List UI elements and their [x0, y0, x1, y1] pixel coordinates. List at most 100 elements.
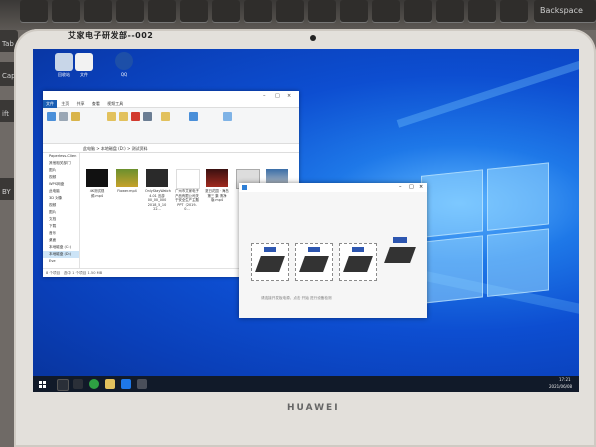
- key: [84, 0, 112, 22]
- windows-logo: [421, 162, 551, 306]
- key: [212, 0, 240, 22]
- properties-icon[interactable]: [189, 112, 198, 121]
- device-board-image: [339, 243, 377, 281]
- key: [308, 0, 336, 22]
- file-name: OnlyStayWatch 4.01 迅游 00_00_000 2018_5_1…: [145, 189, 171, 211]
- video-thumbnail[interactable]: [116, 169, 138, 187]
- search-icon[interactable]: [57, 379, 69, 391]
- copy-icon[interactable]: [59, 112, 68, 121]
- key: [276, 0, 304, 22]
- delete-icon[interactable]: [131, 112, 140, 121]
- key: [20, 0, 48, 22]
- nav-item[interactable]: Paperless-Clien: [43, 153, 79, 160]
- file-name: 4K测试视频.mp4: [89, 189, 105, 198]
- select-all-icon[interactable]: [223, 112, 232, 121]
- explorer-icon[interactable]: [105, 379, 115, 389]
- front-camera: [310, 35, 316, 41]
- nav-item[interactable]: 本地磁盘 (D:): [43, 251, 79, 258]
- brand-logo: HUAWEI: [287, 403, 340, 413]
- app-icon: [242, 185, 247, 190]
- task-view-icon[interactable]: [73, 379, 83, 389]
- key: [500, 0, 528, 22]
- explorer-titlebar: – □ ×: [43, 91, 299, 100]
- tab-view[interactable]: 查看: [89, 100, 103, 108]
- close-icon[interactable]: ×: [287, 93, 291, 99]
- minimize-icon[interactable]: –: [263, 93, 266, 99]
- desktop-icon-label: QQ: [120, 72, 128, 77]
- move-icon[interactable]: [107, 112, 116, 121]
- taskbar-date: 2021/06/08: [549, 384, 573, 389]
- copy-to-icon[interactable]: [119, 112, 128, 121]
- device-board-image: [295, 243, 333, 281]
- file-name: Flower.mp4: [117, 189, 137, 193]
- minimize-icon[interactable]: –: [399, 184, 402, 190]
- nav-item[interactable]: 文档: [43, 216, 79, 223]
- edge-icon[interactable]: [89, 379, 99, 389]
- key: [340, 0, 368, 22]
- tab-home[interactable]: 主页: [58, 100, 72, 108]
- nav-item[interactable]: 本地磁盘 (C:): [43, 244, 79, 251]
- maximize-icon[interactable]: □: [409, 184, 414, 190]
- key: [116, 0, 144, 22]
- app-icon[interactable]: [121, 379, 131, 389]
- dialog-titlebar: – □ ×: [239, 183, 427, 192]
- key: [52, 0, 80, 22]
- app-icon[interactable]: [137, 379, 147, 389]
- tab-video-tools[interactable]: 视频工具: [104, 100, 126, 108]
- desktop-icon-label: 文件: [80, 72, 88, 77]
- video-thumbnail[interactable]: [86, 169, 108, 187]
- installer-dialog: – □ × 请连接开发板电源，点击 开始 进行设备检测: [239, 183, 427, 318]
- rename-icon[interactable]: [143, 112, 152, 121]
- file-icon[interactable]: [75, 53, 93, 71]
- ppt-file-icon[interactable]: [176, 169, 200, 189]
- tab-share[interactable]: 共享: [74, 100, 88, 108]
- address-path: 此电脑 > 本地磁盘 (D:) > 测试资料: [83, 146, 148, 151]
- new-folder-icon[interactable]: [161, 112, 170, 121]
- device-board-image: [251, 243, 289, 281]
- device-board-image: [383, 233, 419, 269]
- keyboard: Backspace: [0, 0, 596, 30]
- nav-item[interactable]: WPS网盘: [43, 181, 79, 188]
- nav-item[interactable]: 图片: [43, 209, 79, 216]
- start-icon[interactable]: [37, 379, 47, 389]
- taskbar-time: 17:21: [559, 377, 571, 382]
- recycle-bin-icon[interactable]: [55, 53, 73, 71]
- backspace-key: Backspace: [534, 0, 596, 22]
- ribbon-tabs: 文件 主页 共享 查看 视频工具: [43, 100, 299, 108]
- light-beam: [396, 58, 579, 128]
- taskbar: 17:21 2021/06/08: [33, 376, 579, 392]
- nav-item[interactable]: 图片: [43, 167, 79, 174]
- maximize-icon[interactable]: □: [275, 93, 280, 99]
- paste-icon[interactable]: [71, 112, 80, 121]
- video-thumbnail[interactable]: [206, 169, 228, 187]
- pin-icon[interactable]: [47, 112, 56, 121]
- nav-item[interactable]: 其他相关部门: [43, 160, 79, 167]
- ribbon-toolbar: [43, 108, 299, 144]
- nav-item[interactable]: 视频: [43, 174, 79, 181]
- dialog-instruction: 请连接开发板电源，点击 开始 进行设备检测: [261, 296, 332, 300]
- status-text: 8 个项目 选中 1 个项目 1.50 MB: [46, 271, 103, 275]
- address-bar[interactable]: 此电脑 > 本地磁盘 (D:) > 测试资料: [43, 144, 299, 153]
- device-label-sticker: 艾家电子研发部--002: [68, 31, 154, 40]
- key: [148, 0, 176, 22]
- nav-item[interactable]: 音乐: [43, 230, 79, 237]
- key: [404, 0, 432, 22]
- navigation-pane: Paperless-Clien 其他相关部门 图片 视频 WPS网盘 此电脑 3…: [43, 153, 80, 269]
- key: [372, 0, 400, 22]
- file-name: 夏日花园 · 海岛 第三 集 清净版.mp4: [205, 189, 229, 202]
- key: [244, 0, 272, 22]
- video-thumbnail[interactable]: [146, 169, 168, 187]
- close-icon[interactable]: ×: [419, 184, 423, 190]
- app-icon[interactable]: [115, 52, 133, 70]
- nav-item[interactable]: 视频: [43, 202, 79, 209]
- nav-item[interactable]: 3D 对象: [43, 195, 79, 202]
- nav-item[interactable]: 桌面: [43, 237, 79, 244]
- nav-item[interactable]: 下载: [43, 223, 79, 230]
- tab-file[interactable]: 文件: [43, 100, 57, 108]
- key: [180, 0, 208, 22]
- nav-item[interactable]: 此电脑: [43, 188, 79, 195]
- file-name: 广州市艾家电子产品有限公司关于安全生产主题 PPT（2019-0...: [175, 189, 199, 211]
- key: [468, 0, 496, 22]
- tablet-screen: 回收站 文件 QQ – □ × 文件 主页 共享 查看 视频工具 此电脑 > 本…: [33, 49, 579, 392]
- nav-item[interactable]: Eve: [43, 258, 79, 265]
